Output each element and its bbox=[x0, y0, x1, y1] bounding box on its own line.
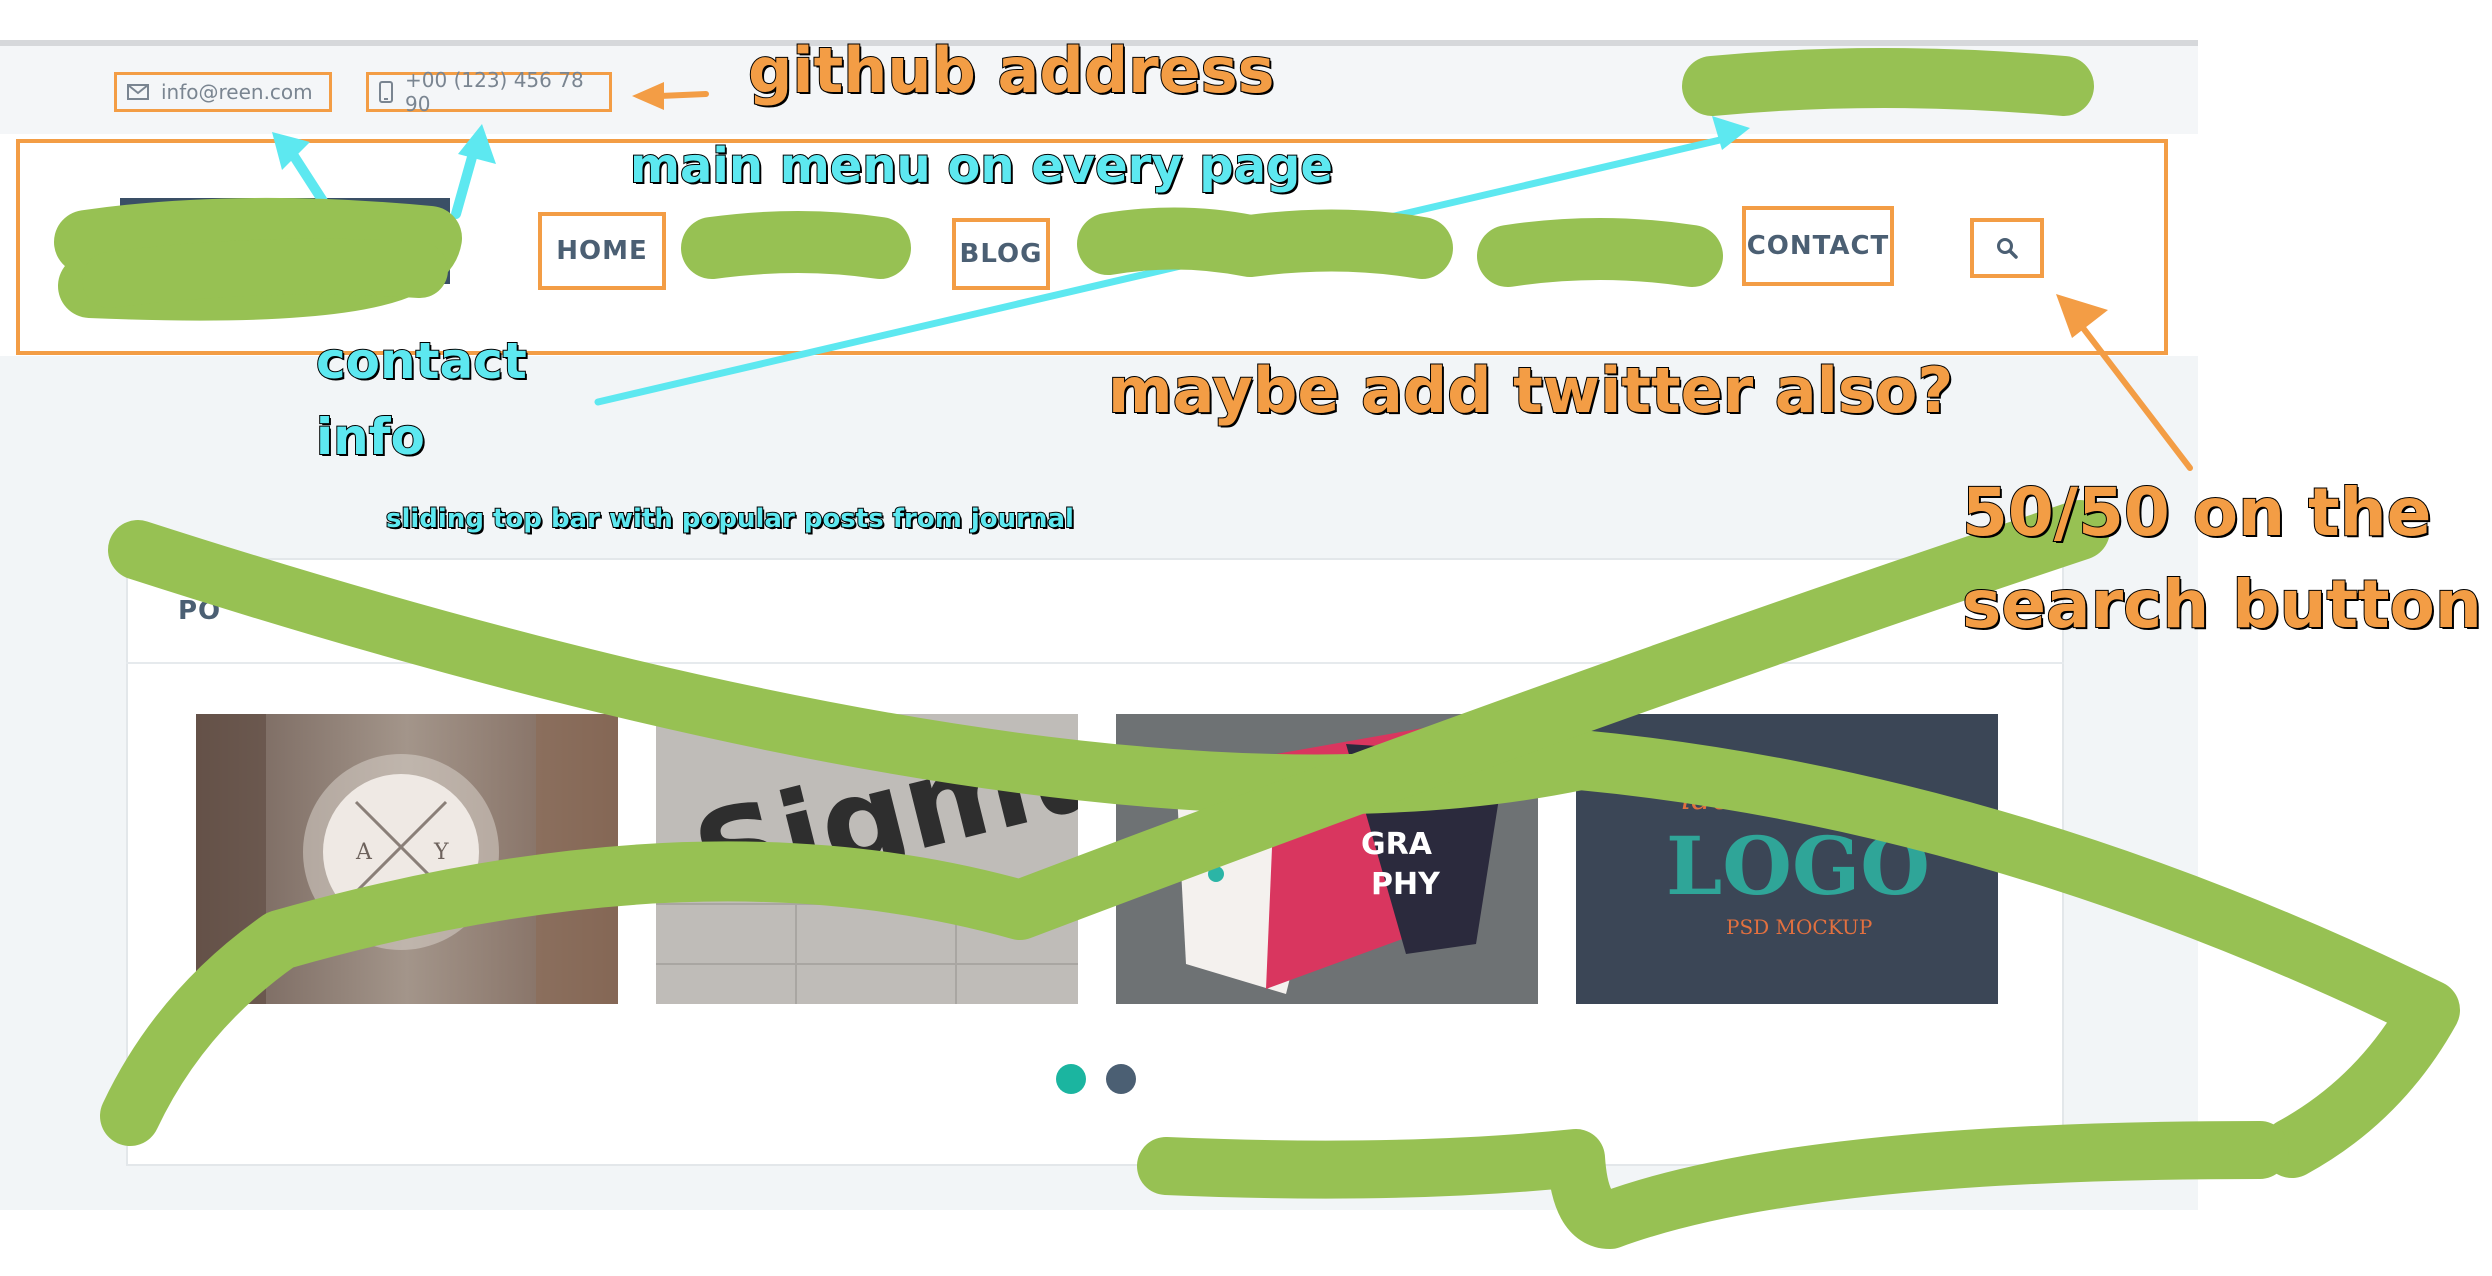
thumb3-text-phy: PHY bbox=[1371, 867, 1441, 902]
carousel-dot-inactive[interactable] bbox=[1106, 1064, 1136, 1094]
phone-text: +00 (123) 456 78 90 bbox=[405, 68, 584, 116]
email-text: info@reen.com bbox=[161, 80, 313, 104]
envelope-icon bbox=[127, 84, 149, 100]
panel-header bbox=[126, 558, 2064, 664]
mobile-phone-icon bbox=[379, 81, 393, 103]
annotation-search-line1: 50/50 on the bbox=[1961, 473, 2432, 552]
thumb3-text-gra: GRA bbox=[1361, 827, 1433, 862]
panel-title: PO bbox=[178, 596, 222, 626]
thumb1-caption: ASTOR & YA bbox=[366, 910, 433, 923]
annotation-search-line2: search button bbox=[1961, 565, 2483, 644]
annotation-twitter: maybe add twitter also? bbox=[1107, 353, 1954, 428]
annotation-sliding-bar: sliding top bar with popular posts from … bbox=[385, 503, 1075, 535]
thumb1-letter-y: Y bbox=[433, 840, 449, 865]
phone-contact[interactable]: +00 (123) 456 78 90 bbox=[366, 68, 612, 116]
post-thumbnail-1[interactable]: A Y & ASTOR & YA bbox=[196, 714, 618, 1004]
post-thumbnail-3[interactable]: GRA PHY bbox=[1116, 714, 1538, 1004]
thumb4-caption: PSD MOCKUP bbox=[1726, 915, 1872, 939]
thumb4-script: idered bbox=[1681, 779, 1785, 817]
annotation-contact-line2: info bbox=[315, 407, 426, 467]
post-thumbnail-4[interactable]: idered LOGO PSD MOCKUP bbox=[1576, 714, 1998, 1004]
thumb4-logo: LOGO bbox=[1666, 819, 1930, 913]
email-contact[interactable]: info@reen.com bbox=[114, 72, 332, 112]
thumb1-letter-a: A bbox=[355, 840, 373, 865]
thumb1-ampersand: & bbox=[394, 877, 412, 901]
annotation-main-menu: main menu on every page bbox=[629, 137, 1334, 195]
post-thumbnail-2[interactable]: Sigmund bbox=[656, 714, 1078, 1004]
annotation-github: github address bbox=[747, 33, 1276, 108]
carousel-dot-active[interactable] bbox=[1056, 1064, 1086, 1094]
annotation-contact-line1: contact bbox=[315, 331, 528, 391]
